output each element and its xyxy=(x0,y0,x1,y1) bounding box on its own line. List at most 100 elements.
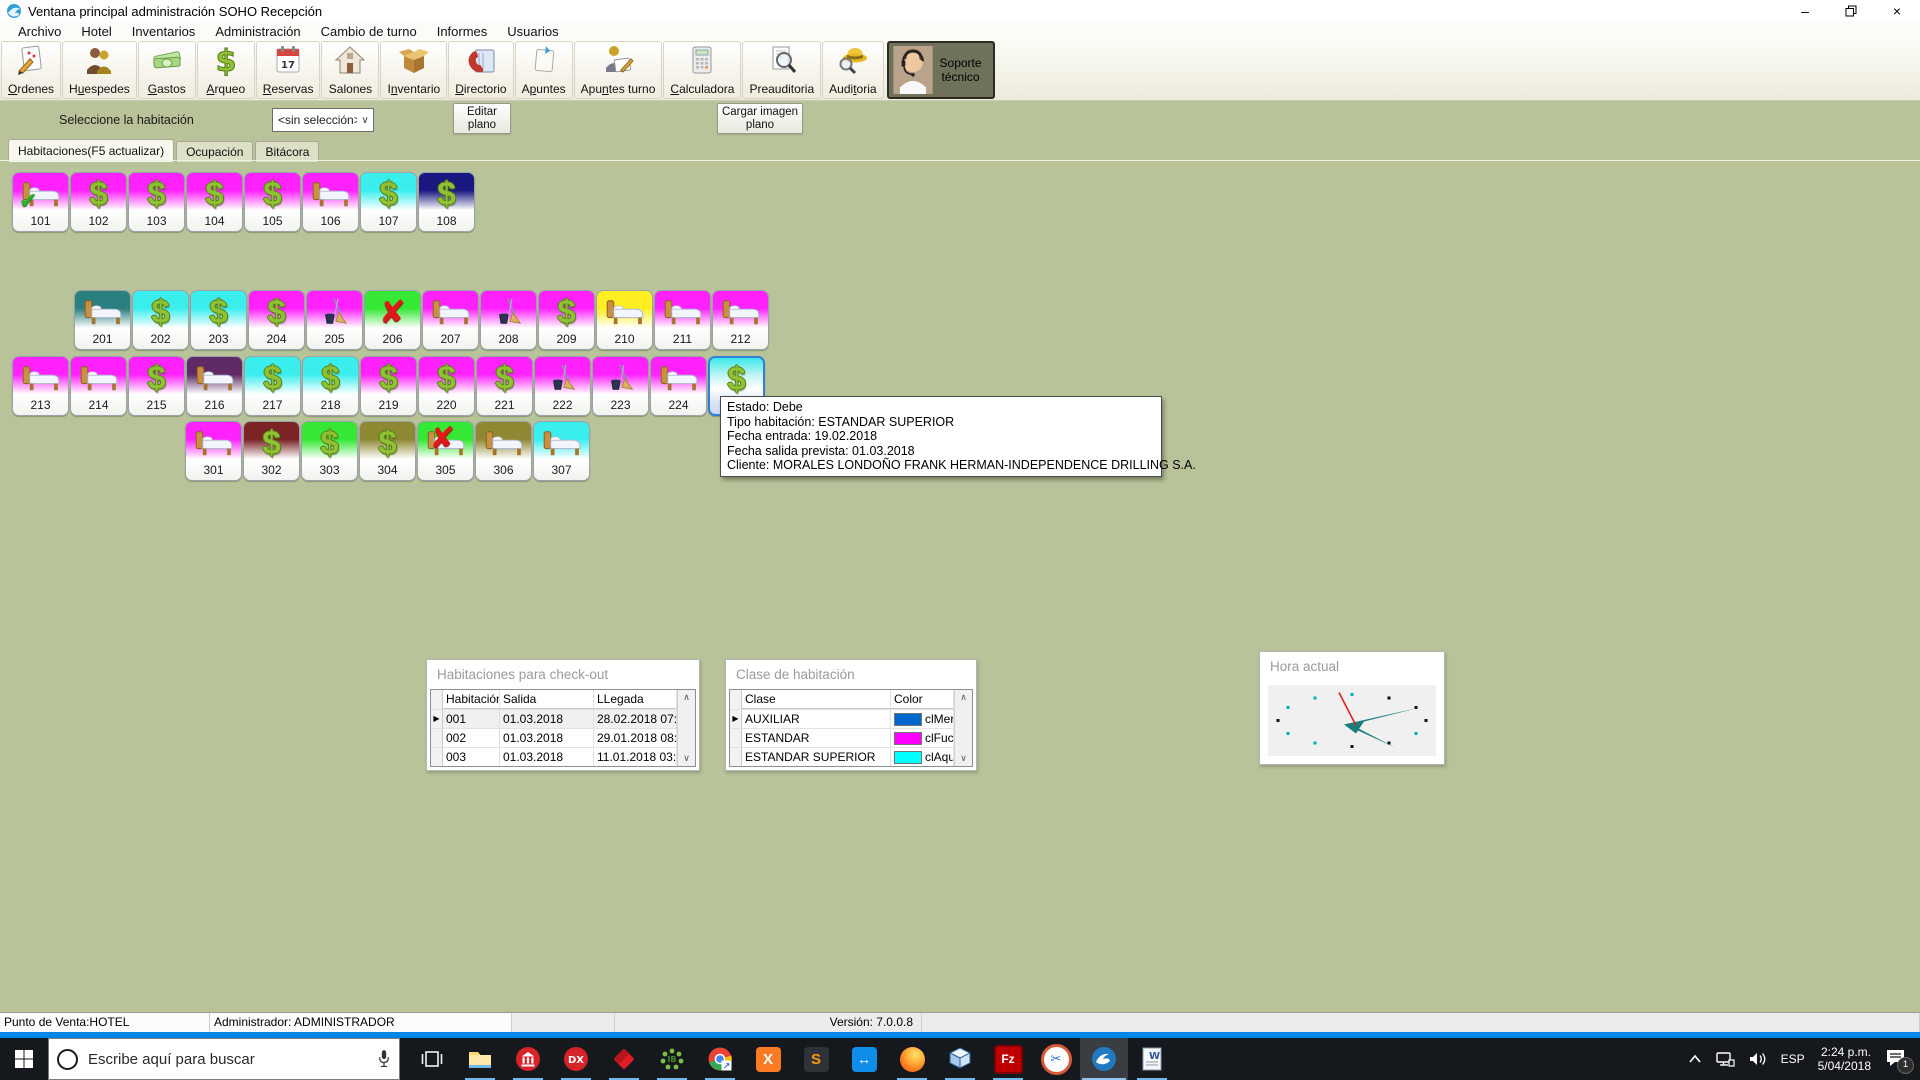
table-row[interactable]: ESTANDAR SUPERIORclAqu xyxy=(730,748,954,766)
room-tile-108[interactable]: $108 xyxy=(418,172,475,232)
room-tile-306[interactable]: 306 xyxy=(475,421,532,481)
close-button[interactable]: × xyxy=(1874,0,1920,22)
menu-item-hotel[interactable]: Hotel xyxy=(71,24,121,39)
scroll-up-icon[interactable]: ∧ xyxy=(955,690,972,705)
room-tile-220[interactable]: $220 xyxy=(418,356,475,416)
room-tile-212[interactable]: 212 xyxy=(712,290,769,350)
room-tile-301[interactable]: 301 xyxy=(185,421,242,481)
room-tile-304[interactable]: $304 xyxy=(359,421,416,481)
chrome-icon[interactable]: ↗ xyxy=(696,1038,744,1080)
taskbar-clock[interactable]: 2:24 p.m. 5/04/2018 xyxy=(1818,1045,1871,1073)
toolbar-button-ordenes[interactable]: Ordenes xyxy=(1,41,61,99)
microphone-icon[interactable] xyxy=(377,1049,391,1069)
room-tile-302[interactable]: $302 xyxy=(243,421,300,481)
room-tile-307[interactable]: 307 xyxy=(533,421,590,481)
room-tile-303[interactable]: $303 xyxy=(301,421,358,481)
load-plan-image-button[interactable]: Cargar imagen plano xyxy=(717,103,803,134)
table-row[interactable]: 00301.03.201811.01.2018 03:42 xyxy=(431,748,677,766)
toolbar-button-preauditoria[interactable]: Preauditoria xyxy=(742,41,821,99)
toolbar-button-arqueo[interactable]: Arqueo xyxy=(197,41,255,99)
room-tile-218[interactable]: $218 xyxy=(302,356,359,416)
network-icon[interactable] xyxy=(1715,1051,1735,1067)
menu-item-administraci-n[interactable]: Administración xyxy=(205,24,310,39)
diamond-app-icon[interactable] xyxy=(600,1038,648,1080)
edit-plan-button[interactable]: Editar plano xyxy=(453,103,511,134)
tab-ocupaci-n[interactable]: Ocupación xyxy=(176,141,253,162)
room-tile-205[interactable]: 205 xyxy=(306,290,363,350)
toolbar-button-gastos[interactable]: Gastos xyxy=(138,41,196,99)
room-tile-305[interactable]: ✘305 xyxy=(417,421,474,481)
soho-app-icon[interactable] xyxy=(1080,1038,1128,1080)
room-tile-217[interactable]: $217 xyxy=(244,356,301,416)
language-indicator[interactable]: ESP xyxy=(1781,1052,1805,1066)
search-input[interactable] xyxy=(86,1050,369,1069)
room-tile-224[interactable]: 224 xyxy=(650,356,707,416)
scroll-down-icon[interactable]: ∨ xyxy=(955,751,972,766)
room-tile-221[interactable]: $221 xyxy=(476,356,533,416)
virtualbox-icon[interactable] xyxy=(936,1038,984,1080)
room-tile-210[interactable]: 210 xyxy=(596,290,653,350)
room-tile-215[interactable]: $215 xyxy=(128,356,185,416)
room-tile-206[interactable]: ✘206 xyxy=(364,290,421,350)
room-tile-219[interactable]: $219 xyxy=(360,356,417,416)
table-row[interactable]: ▶AUXILIARclMer xyxy=(730,710,954,729)
menu-item-usuarios[interactable]: Usuarios xyxy=(497,24,568,39)
tab-bit-cora[interactable]: Bitácora xyxy=(255,141,319,162)
minimize-button[interactable]: – xyxy=(1782,0,1828,22)
room-tile-101[interactable]: ✔101 xyxy=(12,172,69,232)
toolbar-button-auditoria[interactable]: Auditoria xyxy=(822,41,883,99)
room-select-dropdown[interactable]: <sin selección> ∨ xyxy=(272,108,374,132)
menu-item-inventarios[interactable]: Inventarios xyxy=(122,24,206,39)
room-tile-213[interactable]: 213 xyxy=(12,356,69,416)
taskbar-search[interactable] xyxy=(48,1038,400,1080)
room-tile-209[interactable]: $209 xyxy=(538,290,595,350)
screen-capture-icon[interactable]: ✂ xyxy=(1032,1038,1080,1080)
menu-item-archivo[interactable]: Archivo xyxy=(8,24,71,39)
room-tile-203[interactable]: $203 xyxy=(190,290,247,350)
toolbar-button-apuntes-turno[interactable]: Apuntes turno xyxy=(574,41,663,99)
room-tile-102[interactable]: $102 xyxy=(70,172,127,232)
toolbar-button-reservas[interactable]: Reservas xyxy=(256,41,321,99)
bank-app-icon[interactable] xyxy=(504,1038,552,1080)
room-tile-222[interactable]: 222 xyxy=(534,356,591,416)
action-center-icon[interactable]: 1 xyxy=(1884,1047,1910,1071)
volume-icon[interactable] xyxy=(1748,1051,1768,1067)
dx-app-icon[interactable]: DX xyxy=(552,1038,600,1080)
room-tile-103[interactable]: $103 xyxy=(128,172,185,232)
room-tile-106[interactable]: 106 xyxy=(302,172,359,232)
menu-item-informes[interactable]: Informes xyxy=(427,24,498,39)
start-button[interactable] xyxy=(0,1038,48,1080)
menu-item-cambio-de-turno[interactable]: Cambio de turno xyxy=(311,24,427,39)
room-tile-202[interactable]: $202 xyxy=(132,290,189,350)
task-view-icon[interactable] xyxy=(408,1038,456,1080)
room-tile-105[interactable]: $105 xyxy=(244,172,301,232)
toolbar-button-calculadora[interactable]: Calculadora xyxy=(663,41,741,99)
room-class-scrollbar[interactable]: ∧ ∨ xyxy=(954,690,972,766)
scroll-down-icon[interactable]: ∨ xyxy=(678,751,695,766)
room-tile-207[interactable]: 207 xyxy=(422,290,479,350)
xampp-icon[interactable]: X xyxy=(744,1038,792,1080)
tab-habitaciones-f5-actualizar[interactable]: Habitaciones(F5 actualizar) xyxy=(8,139,174,162)
room-tile-208[interactable]: 208 xyxy=(480,290,537,350)
file-explorer-icon[interactable] xyxy=(456,1038,504,1080)
word-icon[interactable]: W xyxy=(1128,1038,1176,1080)
interbase-icon[interactable]: IB xyxy=(648,1038,696,1080)
checkout-scrollbar[interactable]: ∧ ∨ xyxy=(677,690,695,766)
toolbar-button-apuntes[interactable]: Apuntes xyxy=(515,41,573,99)
table-row[interactable]: ▶00101.03.201828.02.2018 07:47 xyxy=(431,710,677,729)
room-tile-211[interactable]: 211 xyxy=(654,290,711,350)
room-tile-214[interactable]: 214 xyxy=(70,356,127,416)
toolbar-button-soporte-tecnico[interactable]: Soporte técnico xyxy=(887,41,995,99)
tray-chevron-icon[interactable] xyxy=(1688,1054,1702,1064)
room-tile-223[interactable]: 223 xyxy=(592,356,649,416)
firefox-icon[interactable] xyxy=(888,1038,936,1080)
toolbar-button-directorio[interactable]: Directorio xyxy=(448,41,513,99)
table-row[interactable]: ESTANDARclFuc xyxy=(730,729,954,748)
room-tile-201[interactable]: 201 xyxy=(74,290,131,350)
toolbar-button-inventario[interactable]: Inventario xyxy=(380,41,447,99)
room-tile-104[interactable]: $104 xyxy=(186,172,243,232)
toolbar-button-salones[interactable]: Salones xyxy=(321,41,379,99)
filezilla-icon[interactable]: Fz xyxy=(984,1038,1032,1080)
toolbar-button-huespedes[interactable]: Huespedes xyxy=(62,41,137,99)
room-tile-204[interactable]: $204 xyxy=(248,290,305,350)
